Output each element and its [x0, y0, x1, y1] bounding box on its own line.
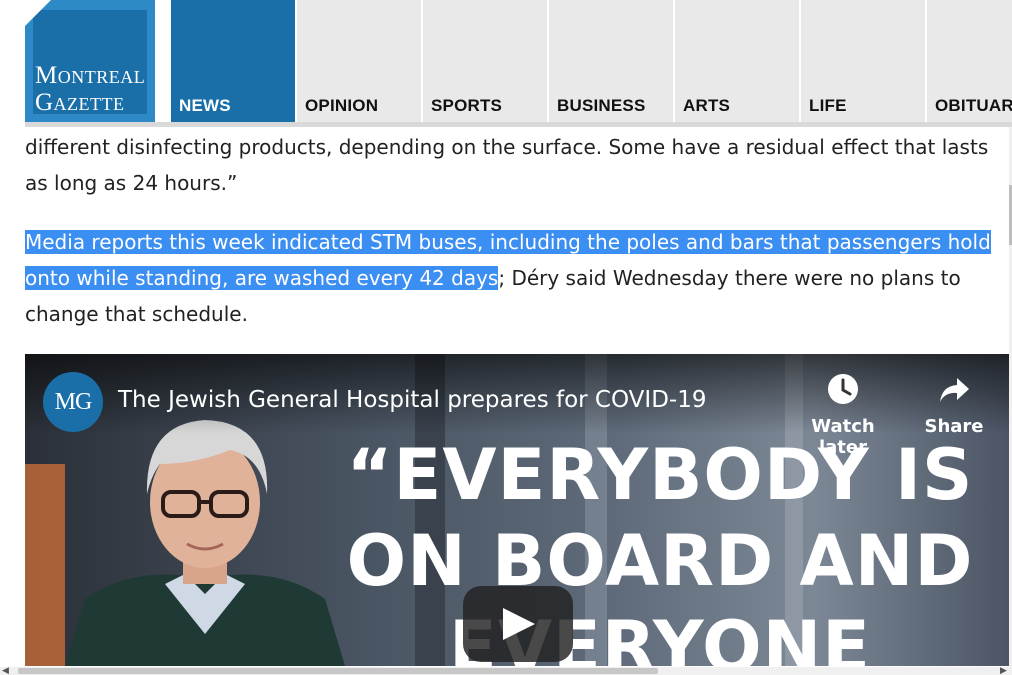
- nav-underline: [25, 122, 1012, 127]
- logo-line-2: Gazette: [35, 89, 125, 116]
- nav-tab-news[interactable]: NEWS: [171, 0, 295, 122]
- nav-tab-label: ARTS: [683, 96, 731, 115]
- quote-line: “EVERYBODY IS: [346, 434, 974, 516]
- video-title[interactable]: The Jewish General Hospital prepares for…: [118, 387, 706, 413]
- play-button[interactable]: [463, 586, 573, 662]
- play-icon: [503, 608, 535, 640]
- article-paragraph-2: Media reports this week indicated STM bu…: [25, 224, 1005, 332]
- video-player[interactable]: MG The Jewish General Hospital prepares …: [25, 354, 1009, 666]
- nav-tab-opinion[interactable]: OPINION: [297, 0, 421, 122]
- article-paragraph-1: different disinfecting products, dependi…: [25, 129, 1012, 201]
- person-thumbnail-figure: [65, 420, 345, 666]
- nav-tab-label: LIFE: [809, 96, 847, 115]
- quote-line: EVERYONE: [449, 606, 871, 666]
- montreal-gazette-logo[interactable]: Montreal Gazette: [25, 0, 155, 122]
- nav-tab-label: OBITUAR: [935, 96, 1012, 115]
- nav-tab-label: OPINION: [305, 96, 379, 115]
- video-overlay-quote: “EVERYBODY IS ON BOARD AND EVERYONE: [315, 432, 1005, 666]
- logo-line-1: Montreal: [35, 62, 146, 89]
- nav-tab-label: BUSINESS: [557, 96, 646, 115]
- nav-tab-obituaries[interactable]: OBITUAR: [927, 0, 1012, 122]
- share-button[interactable]: Share: [909, 372, 999, 437]
- paragraph-line: different disinfecting products, dependi…: [25, 135, 989, 159]
- logo-wordmark: Montreal Gazette: [35, 62, 145, 116]
- share-arrow-icon: [940, 378, 969, 402]
- nav-tab-arts[interactable]: ARTS: [675, 0, 799, 122]
- channel-avatar[interactable]: MG: [43, 372, 103, 432]
- scroll-left-arrow-icon[interactable]: ◀: [2, 666, 9, 675]
- nav-tab-sports[interactable]: SPORTS: [423, 0, 547, 122]
- nav-tab-business[interactable]: BUSINESS: [549, 0, 673, 122]
- scroll-right-arrow-icon[interactable]: ▶: [1000, 666, 1007, 675]
- site-header: Montreal Gazette NEWS OPINION SPORTS BUS…: [0, 0, 1012, 127]
- horizontal-scrollbar-thumb[interactable]: [18, 668, 658, 674]
- quote-line: ON BOARD AND: [346, 520, 974, 602]
- clock-icon: [828, 374, 858, 404]
- nav-tab-label: NEWS: [179, 96, 231, 115]
- nav-tab-life[interactable]: LIFE: [801, 0, 925, 122]
- paragraph-line: as long as 24 hours.”: [25, 171, 238, 195]
- nav-tab-label: SPORTS: [431, 96, 503, 115]
- logo-corner-fold: [25, 0, 51, 26]
